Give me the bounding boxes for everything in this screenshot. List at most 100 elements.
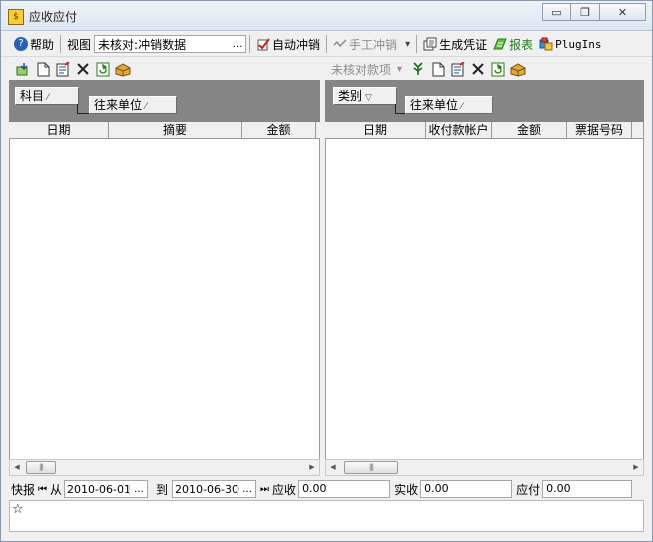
scroll-thumb[interactable]: ||| (344, 461, 398, 474)
right-horizontal-scrollbar[interactable]: ◀ ||| ▶ (325, 459, 644, 476)
main-toolbar: ? 帮助 视图 未核对:冲销数据 … 自动冲销 手工冲销 ▾ 生成凭证 报表 P… (1, 32, 652, 57)
left-grid-body[interactable] (9, 139, 320, 459)
auto-writeoff-label: 自动冲销 (272, 37, 321, 52)
group-connector (77, 104, 89, 114)
to-date-field[interactable]: 2010-06-30 … (172, 480, 257, 498)
view-ellipsis-button[interactable]: … (229, 39, 245, 50)
scroll-left-arrow-icon[interactable]: ◀ (326, 460, 340, 475)
group-box-counterparty[interactable]: 往来单位 ⁄ (89, 96, 177, 114)
payable-field: 0.00 (542, 480, 633, 498)
toolbar-separator (249, 35, 251, 53)
package-icon[interactable] (510, 61, 526, 77)
receivable-label: 应收 (272, 482, 297, 497)
help-icon: ? (14, 37, 28, 51)
edit-icon[interactable] (55, 61, 71, 77)
title-bar: $ 应收应付 ▭ ❐ ✕ (1, 1, 652, 31)
report-button[interactable]: 报表 (490, 34, 536, 54)
right-panel-toolbar: 未核对款项 ▾ (325, 58, 644, 80)
restore-button[interactable]: ❐ (571, 3, 600, 21)
toolbar-separator (326, 35, 328, 53)
column-header-date[interactable]: 日期 (9, 122, 109, 139)
refresh-icon[interactable] (95, 61, 111, 77)
from-label: 从 (50, 482, 63, 497)
view-label: 视图 (67, 37, 92, 52)
window-title: 应收应付 (29, 10, 78, 24)
left-horizontal-scrollbar[interactable]: ◀ ||| ▶ (9, 459, 320, 476)
minimize-button[interactable]: ▭ (542, 3, 571, 21)
from-date-ellipsis-button[interactable]: … (129, 483, 147, 495)
manual-writeoff-icon (333, 39, 347, 48)
to-label: 到 (156, 482, 169, 497)
manual-writeoff-label: 手工冲销 (349, 37, 398, 52)
group-box-subject[interactable]: 科目 ⁄ (15, 87, 79, 105)
auto-writeoff-button[interactable]: 自动冲销 (253, 34, 323, 54)
delete-icon[interactable] (470, 61, 486, 77)
close-button[interactable]: ✕ (600, 3, 646, 21)
column-header-account[interactable]: 收付款帐户 (426, 122, 492, 139)
link-icon[interactable] (410, 61, 426, 77)
left-grid-header: 日期 摘要 金额 (9, 122, 320, 139)
group-box-label: 往来单位 (410, 98, 459, 112)
package-icon[interactable] (115, 61, 131, 77)
window-controls: ▭ ❐ ✕ (542, 3, 646, 21)
right-grid-body[interactable] (325, 139, 644, 459)
scroll-right-arrow-icon[interactable]: ▶ (629, 460, 643, 475)
edit-icon[interactable] (450, 61, 466, 77)
left-group-by-area[interactable]: 科目 ⁄ 往来单位 ⁄ (9, 80, 320, 122)
first-page-icon[interactable]: ⏮ (37, 484, 48, 495)
group-connector (395, 104, 405, 114)
plugins-label: PlugIns (555, 37, 602, 51)
column-header-bill-number[interactable]: 票据号码 (567, 122, 632, 139)
scroll-left-arrow-icon[interactable]: ◀ (10, 460, 24, 475)
receivable-field: 0.00 (298, 480, 391, 498)
right-group-by-area[interactable]: 类别 ▽ 往来单位 ⁄ (325, 80, 644, 122)
quick-report-label: 快报 (11, 482, 36, 497)
star-icon[interactable]: ☆ (12, 502, 24, 517)
memo-area[interactable]: ☆ (9, 500, 644, 532)
plugins-icon (539, 37, 553, 51)
new-document-icon[interactable] (430, 61, 446, 77)
app-icon: $ (8, 9, 24, 25)
actual-received-label: 实收 (394, 482, 419, 497)
toolbar-separator (60, 35, 62, 53)
group-box-label: 类别 (338, 89, 363, 103)
import-icon[interactable] (15, 61, 31, 77)
view-selector[interactable]: 未核对:冲销数据 … (94, 35, 247, 53)
help-button[interactable]: ? 帮助 (11, 34, 57, 54)
group-box-counterparty[interactable]: 往来单位 ⁄ (405, 96, 493, 114)
voucher-label: 生成凭证 (439, 37, 488, 52)
generate-voucher-button[interactable]: 生成凭证 (420, 34, 490, 54)
last-page-icon[interactable]: ⏭ (256, 484, 270, 495)
sort-icon: ⁄ (461, 102, 463, 112)
column-header-amount[interactable]: 金额 (242, 122, 316, 139)
left-panel-toolbar (9, 58, 320, 80)
to-date-ellipsis-button[interactable]: … (237, 483, 255, 495)
chevron-down-icon: ▾ (397, 63, 403, 75)
auto-writeoff-icon (257, 38, 270, 51)
delete-icon[interactable] (75, 61, 91, 77)
filter-dropdown[interactable]: 未核对款项 ▾ (331, 61, 402, 78)
new-document-icon[interactable] (35, 61, 51, 77)
payable-label: 应付 (516, 482, 541, 497)
main-window: $ 应收应付 ▭ ❐ ✕ ? 帮助 视图 未核对:冲销数据 … 自动冲销 手工冲… (0, 0, 653, 542)
sort-icon: ⁄ (47, 93, 49, 103)
right-grid-header: 日期 收付款帐户 金额 票据号码 (325, 122, 644, 139)
group-box-label: 往来单位 (94, 98, 143, 112)
scroll-thumb[interactable]: ||| (26, 461, 56, 474)
right-panel: 未核对款项 ▾ 类别 ▽ 往来单位 ⁄ 日期 收付款帐户 金额 票据号码 ◀ |… (325, 58, 644, 477)
column-header-extra (632, 122, 644, 139)
toolbar-separator (416, 35, 418, 53)
group-box-category[interactable]: 类别 ▽ (333, 87, 397, 105)
column-header-date[interactable]: 日期 (325, 122, 426, 139)
to-date-value: 2010-06-30 (175, 482, 239, 496)
manual-writeoff-button[interactable]: 手工冲销 ▾ (330, 34, 413, 54)
plugins-button[interactable]: PlugIns (536, 34, 604, 54)
column-header-amount[interactable]: 金额 (492, 122, 567, 139)
group-box-label: 科目 (20, 89, 45, 103)
actual-received-field: 0.00 (420, 480, 513, 498)
column-header-summary[interactable]: 摘要 (109, 122, 242, 139)
scroll-right-arrow-icon[interactable]: ▶ (305, 460, 319, 475)
refresh-icon[interactable] (490, 61, 506, 77)
manual-writeoff-dropdown-icon[interactable]: ▾ (405, 39, 410, 50)
from-date-field[interactable]: 2010-06-01 … (64, 480, 149, 498)
